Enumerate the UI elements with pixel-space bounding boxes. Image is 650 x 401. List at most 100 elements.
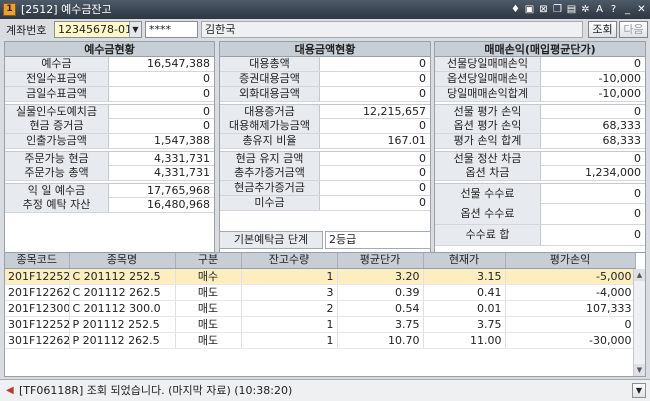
positions-table: 종목코드 종목명 구분 잔고수량 평균단가 현재가 평가손익 201F12252… <box>5 253 636 349</box>
cell-pnl: -5,000 <box>505 268 636 285</box>
cell-avg-price: 0.39 <box>337 284 424 301</box>
cell-name: C 201112 300.0 <box>69 300 176 317</box>
row-label: 옵션 차금 <box>435 166 541 180</box>
minimize-icon[interactable]: _ <box>621 2 634 17</box>
account-row: 계좌번호 12345678-01 ▼ **** 김한국 조회 다음 <box>0 19 650 39</box>
deposit-row: 전일수표금액 0 <box>5 72 214 87</box>
row-label: 당일매매손익합계 <box>435 87 541 101</box>
table-row[interactable]: 301F12262 P 201112 262.5 매도 1 10.70 11.0… <box>5 332 636 349</box>
speaker-icon: ◀ <box>6 385 14 396</box>
cell-side: 매도 <box>175 300 242 317</box>
deposit-row: 주문가능 총액 4,331,731 <box>5 166 214 181</box>
cell-pnl: 107,333 <box>505 300 636 317</box>
table-row[interactable]: 201F12262 C 201112 262.5 매도 3 0.39 0.41 … <box>5 284 636 301</box>
cell-avg-price: 3.20 <box>337 268 424 285</box>
deposit-row: 실물인수도예치금 0 <box>5 104 214 119</box>
chevron-down-icon[interactable]: ▼ <box>129 22 141 37</box>
cell-side: 매도 <box>175 332 242 349</box>
cell-current-price: 0.41 <box>423 284 506 301</box>
row-value: 0 <box>419 57 426 70</box>
row-label: 외화대용금액 <box>220 87 320 101</box>
column-header[interactable]: 잔고수량 <box>241 253 338 269</box>
cell-code: 301F12262 <box>5 332 70 349</box>
window-icon[interactable]: ▤ <box>565 2 578 17</box>
help-icon[interactable]: ? <box>607 2 620 17</box>
account-label: 계좌번호 <box>6 24 47 37</box>
row-label: 선물당일매매손익 <box>435 57 541 71</box>
row-label: 옵션당일매매손익 <box>435 72 541 86</box>
cell-name: P 201112 252.5 <box>69 316 176 333</box>
table-row[interactable]: 301F12252 P 201112 252.5 매도 1 3.75 3.75 … <box>5 316 636 333</box>
pin-icon[interactable]: ♦ <box>509 2 522 17</box>
cell-current-price: 3.75 <box>423 316 506 333</box>
row-label: 수수료 합 <box>435 225 541 245</box>
row-label: 평가 손익 합계 <box>435 134 541 148</box>
vertical-scrollbar[interactable]: ▲ ▼ <box>633 269 645 376</box>
column-header[interactable]: 구분 <box>175 253 242 269</box>
status-history-chevron-icon[interactable]: ▼ <box>632 383 646 398</box>
star-icon[interactable]: ✲ <box>579 2 592 17</box>
close-box-icon[interactable]: ⊠ <box>537 2 550 17</box>
row-value: 0 <box>203 72 210 85</box>
row-value: 12,215,657 <box>363 105 426 118</box>
pnl-row: 옵션 평가 손익 68,333 <box>435 119 645 134</box>
grade-label: 기본예탁금 단계 <box>219 231 323 249</box>
scroll-down-icon[interactable]: ▼ <box>634 364 645 376</box>
row-label: 현금 유지 금액 <box>220 152 320 166</box>
row-label: 추정 예탁 자산 <box>5 198 109 212</box>
cell-side: 매도 <box>175 316 242 333</box>
font-icon[interactable]: A <box>593 2 606 17</box>
cell-code: 201F12252 <box>5 268 70 285</box>
row-value: 16,547,388 <box>147 57 210 70</box>
table-row[interactable]: 201F12252 C 201112 252.5 매수 1 3.20 3.15 … <box>5 268 636 285</box>
cell-current-price: 11.00 <box>423 332 506 349</box>
row-label: 대용해제가능금액 <box>220 119 320 133</box>
page-icon[interactable]: ▣ <box>523 2 536 17</box>
cell-current-price: 0.01 <box>423 300 506 317</box>
password-input[interactable]: **** <box>145 21 198 38</box>
row-label: 전일수표금액 <box>5 72 109 86</box>
cell-code: 201F12300 <box>5 300 70 317</box>
close-icon[interactable]: ✕ <box>635 2 648 17</box>
row-value: 0 <box>203 105 210 118</box>
row-value: 4,331,731 <box>154 166 210 179</box>
column-header[interactable]: 평가손익 <box>505 253 636 269</box>
copy-icon[interactable]: ❐ <box>551 2 564 17</box>
row-value: 0 <box>203 119 210 132</box>
next-button[interactable]: 다음 <box>619 21 648 38</box>
row-label: 옵션 수수료 <box>435 204 541 224</box>
row-label: 주문가능 현금 <box>5 152 109 166</box>
status-bar: ◀ [TF06118R] 조회 되었습니다. (마지막 자료) (10:38:2… <box>0 379 650 401</box>
deposit-row: 주문가능 현금 4,331,731 <box>5 151 214 166</box>
pnl-row: 선물당일매매손익 0 <box>435 57 645 72</box>
row-value: -10,000 <box>598 72 641 85</box>
cell-pnl: 0 <box>505 316 636 333</box>
column-header[interactable]: 평균단가 <box>337 253 424 269</box>
row-label: 현금 증거금 <box>5 119 109 133</box>
column-header[interactable]: 종목명 <box>69 253 176 269</box>
loan-row: 증권대용금액 0 <box>220 72 430 87</box>
column-header[interactable]: 종목코드 <box>5 253 70 269</box>
cell-avg-price: 10.70 <box>337 332 424 349</box>
row-value: 0 <box>419 119 426 132</box>
deposit-panel-title: 예수금현황 <box>5 42 214 57</box>
pnl-row: 당일매매손익합계 -10,000 <box>435 87 645 102</box>
column-header[interactable]: 현재가 <box>423 253 506 269</box>
row-value: -10,000 <box>598 87 641 100</box>
table-row[interactable]: 201F12300 C 201112 300.0 매도 2 0.54 0.01 … <box>5 300 636 317</box>
loan-panel: 대용금액현황 대용총액 0 증권대용금액 0 외화대용금액 0 대용증거금 12,215… <box>219 41 431 253</box>
row-value: 0 <box>634 187 641 200</box>
row-label: 현금추가증거금 <box>220 181 320 195</box>
row-value: 16,480,968 <box>147 198 210 211</box>
query-button[interactable]: 조회 <box>588 21 617 38</box>
row-label: 선물 평가 손익 <box>435 105 541 119</box>
row-label: 선물 수수료 <box>435 184 541 204</box>
loan-row: 총유지 비율 167.01 <box>220 134 430 149</box>
window-number-badge: 1 <box>3 3 16 16</box>
scroll-up-icon[interactable]: ▲ <box>634 269 645 281</box>
row-value: 0 <box>419 72 426 85</box>
row-value: 1,547,388 <box>154 134 210 147</box>
cell-current-price: 3.15 <box>423 268 506 285</box>
row-label: 인출가능금액 <box>5 134 109 148</box>
cell-code: 201F12262 <box>5 284 70 301</box>
